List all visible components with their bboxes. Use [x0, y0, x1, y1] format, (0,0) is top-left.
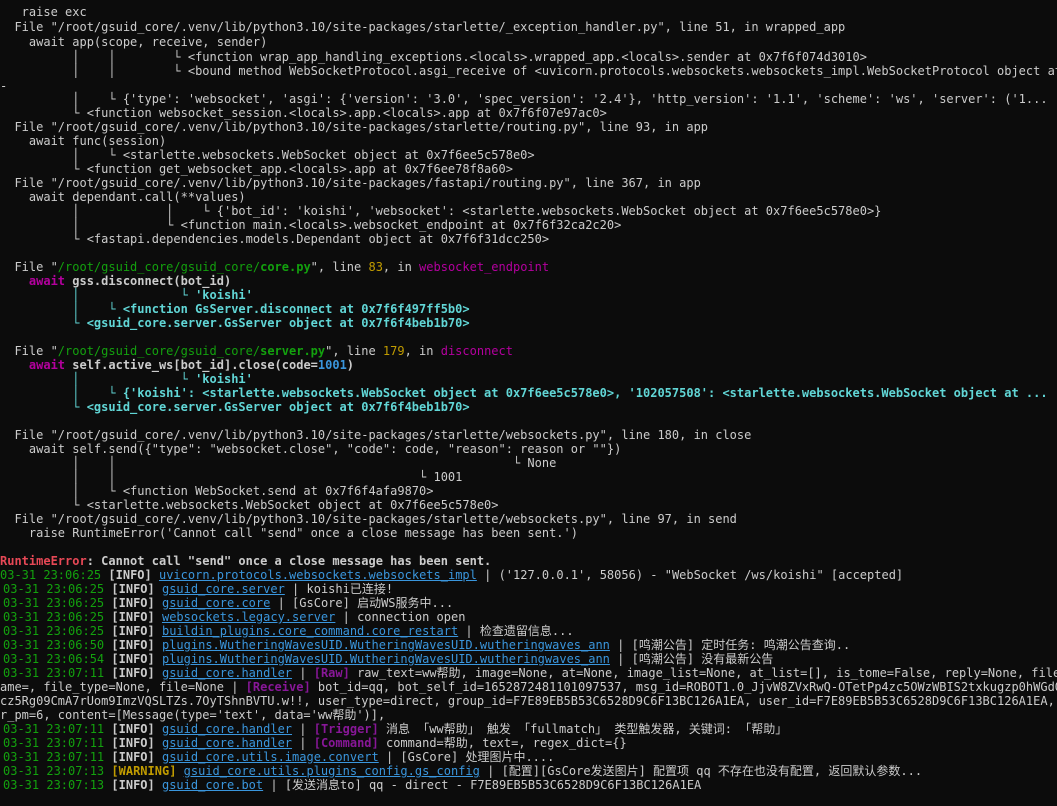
trace-line: │ └ <starlette.websockets.WebSocket obje… [0, 148, 535, 162]
trace-line: - [0, 79, 8, 93]
log-module-link[interactable]: buildin_plugins.core_command.core_restar… [162, 624, 458, 638]
log-line: 03-31 23:06:25 [INFO] buildin_plugins.co… [3, 624, 574, 638]
log-module-link[interactable]: gsuid_core.utils.plugins_config.gs_confi… [184, 764, 480, 778]
log-line: 03-31 23:06:25 [INFO] uvicorn.protocols.… [0, 568, 904, 582]
trace-line: └ <function get_websocket_app.<locals>.a… [0, 162, 513, 176]
log-line: 03-31 23:07:11 [INFO] gsuid_core.handler… [3, 736, 627, 750]
trace-line: raise exc [0, 5, 87, 19]
trace-value: │ └ {'koishi': <starlette.websockets.Web… [0, 386, 1048, 400]
trace-value: │ └ 'koishi' [0, 288, 253, 302]
log-continuation: ame=, file_type=None, file=None | [Recei… [0, 680, 1057, 694]
trace-line: await self.send({"type": "websocket.clos… [0, 442, 622, 456]
log-line: 03-31 23:07:11 [INFO] gsuid_core.handler… [3, 722, 788, 736]
trace-line: await dependant.call(**values) [0, 190, 246, 204]
trace-code-line: await self.active_ws[bot_id].close(code=… [0, 358, 355, 372]
log-line: 03-31 23:06:25 [INFO] gsuid_core.server … [3, 582, 394, 596]
trace-line: │ │ └ None [0, 456, 557, 470]
log-tag-receive: [Receive] [245, 680, 311, 694]
log-line: 03-31 23:07:13 [INFO] gsuid_core.bot | [… [3, 778, 702, 792]
trace-line: File "/root/gsuid_core/.venv/lib/python3… [0, 512, 737, 526]
log-line: 03-31 23:07:13 [WARNING] gsuid_core.util… [3, 764, 923, 778]
trace-line: └ <starlette.websockets.WebSocket object… [0, 498, 499, 512]
log-continuation: cz5Rg09CmA7rUom9ImzVQSLTZs.7OyTShnBVTU.w… [0, 694, 1057, 708]
log-line: 03-31 23:07:11 [INFO] gsuid_core.utils.i… [3, 750, 555, 764]
log-line: 03-31 23:06:25 [INFO] gsuid_core.core | … [3, 596, 454, 610]
trace-line: await app(scope, receive, sender) [0, 35, 268, 49]
trace-line: File "/root/gsuid_core/.venv/lib/python3… [0, 428, 752, 442]
log-module-link[interactable]: gsuid_core.core [162, 596, 270, 610]
trace-value: │ └ 'koishi' [0, 372, 253, 386]
log-module-link[interactable]: gsuid_core.handler [162, 666, 292, 680]
trace-value: └ <gsuid_core.server.GsServer object at … [0, 400, 470, 414]
log-line: 03-31 23:06:50 [INFO] plugins.WutheringW… [3, 638, 851, 652]
terminal-window: raise exc File "/root/gsuid_core/.venv/l… [0, 0, 1057, 806]
log-line: 03-31 23:07:11 [INFO] gsuid_core.handler… [3, 666, 1057, 680]
log-module-link[interactable]: gsuid_core.handler [162, 736, 292, 750]
log-module-link[interactable]: gsuid_core.server [162, 582, 285, 596]
trace-line: │ └ {'type': 'websocket', 'asgi': {'vers… [0, 92, 1048, 106]
log-module-link[interactable]: websockets.legacy.server [162, 610, 335, 624]
trace-line: File "/root/gsuid_core/.venv/lib/python3… [0, 20, 846, 34]
trace-line: │ │ └ {'bot_id': 'koishi', 'websocket': … [0, 204, 882, 218]
trace-value: └ <gsuid_core.server.GsServer object at … [0, 316, 470, 330]
log-tag-command: [Command] [313, 736, 379, 750]
trace-line: └ <function websocket_session.<locals>.a… [0, 106, 607, 120]
trace-line: │ └ <function WebSocket.send at 0x7f6f4a… [0, 484, 434, 498]
trace-line: │ └ <function main.<locals>.websocket_en… [0, 218, 622, 232]
trace-line: File "/root/gsuid_core/.venv/lib/python3… [0, 176, 701, 190]
trace-frame-header: File "/root/gsuid_core/gsuid_core/server… [0, 344, 513, 358]
log-module-link[interactable]: uvicorn.protocols.websockets.websockets_… [159, 568, 477, 582]
trace-line: File "/root/gsuid_core/.venv/lib/python3… [0, 120, 709, 134]
log-module-link[interactable]: gsuid_core.utils.image.convert [162, 750, 379, 764]
log-tag-trigger: [Trigger] [313, 722, 379, 736]
trace-value: │ └ <function GsServer.disconnect at 0x7… [0, 302, 470, 316]
trace-line: │ │ └ 1001 [0, 470, 463, 484]
trace-line: await func(session) [0, 134, 167, 148]
trace-line: raise RuntimeError('Cannot call "send" o… [0, 526, 578, 540]
log-line: 03-31 23:06:54 [INFO] plugins.WutheringW… [3, 652, 774, 666]
trace-code-line: await gss.disconnect(bot_id) [0, 274, 232, 288]
log-module-link[interactable]: plugins.WutheringWavesUID.WutheringWaves… [162, 652, 610, 666]
error-message: RuntimeError: Cannot call "send" once a … [0, 554, 492, 568]
log-continuation: r_pm=6, content=[Message(type='text', da… [0, 708, 386, 722]
log-line: 03-31 23:06:25 [INFO] websockets.legacy.… [3, 610, 466, 624]
log-tag-raw: [Raw] [313, 666, 350, 680]
trace-line: │ │ └ <bound method WebSocketProtocol.as… [0, 64, 1057, 78]
trace-line: │ │ └ <function wrap_app_handling_except… [0, 50, 867, 64]
log-module-link[interactable]: gsuid_core.bot [162, 778, 263, 792]
log-module-link[interactable]: gsuid_core.handler [162, 722, 292, 736]
log-module-link[interactable]: plugins.WutheringWavesUID.WutheringWaves… [162, 638, 610, 652]
trace-frame-header: File "/root/gsuid_core/gsuid_core/core.p… [0, 260, 550, 274]
trace-line: └ <fastapi.dependencies.models.Dependant… [0, 232, 550, 246]
